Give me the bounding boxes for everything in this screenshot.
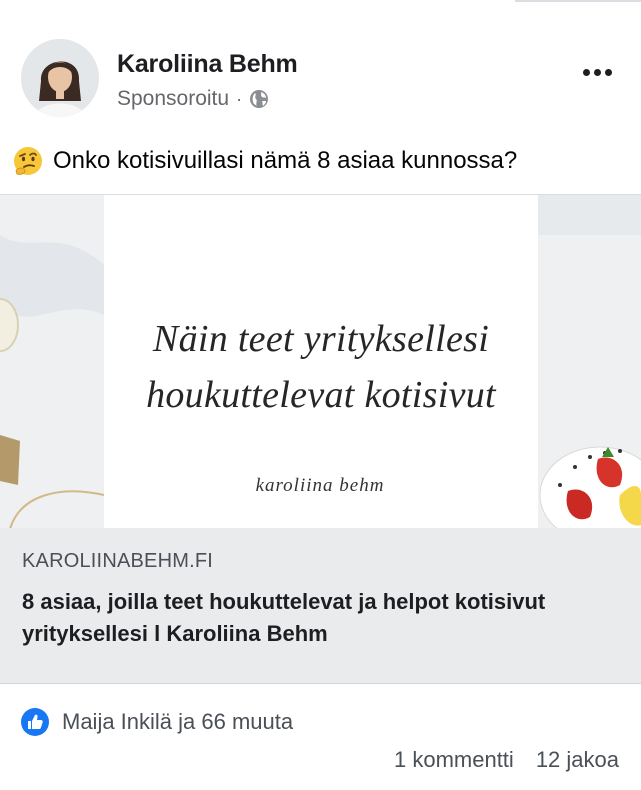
reactions-text: Maija Inkilä ja 66 muuta — [62, 709, 294, 734]
post-caption: Onko kotisivuillasi nämä 8 asiaa kunnoss… — [12, 143, 629, 179]
image-headline-line1: Näin teet yrityksellesi — [152, 318, 490, 360]
sponsored-post: Karoliina Behm Sponsoroitu · Onko kotisi… — [0, 0, 641, 790]
image-headline-line2: houkuttelevat kotisivut — [146, 374, 496, 416]
meta-separator: · — [236, 88, 243, 109]
image-headline: Näin teet yrityksellesi houkuttelevat ko… — [104, 311, 538, 423]
post-meta: Sponsoroitu · — [117, 85, 269, 113]
avatar-photo — [21, 39, 99, 117]
sponsored-label[interactable]: Sponsoroitu — [117, 87, 229, 111]
link-domain: KAROLIINABEHM.FI — [22, 550, 214, 572]
image-signature: karoliina behm — [255, 475, 385, 496]
engagement-counts: 1 kommentti 12 jakoa — [394, 744, 619, 776]
avatar[interactable] — [21, 39, 99, 117]
reactions-summary[interactable]: Maija Inkilä ja 66 muuta — [20, 706, 293, 738]
author-name[interactable]: Karoliina Behm — [117, 50, 298, 79]
top-divider — [515, 0, 641, 2]
link-preview-card[interactable]: Näin teet yrityksellesi houkuttelevat ko… — [0, 194, 641, 684]
thinking-face-emoji — [12, 145, 44, 177]
shares-count[interactable]: 12 jakoa — [536, 747, 619, 773]
like-icon — [20, 707, 50, 737]
more-options-icon[interactable] — [577, 60, 617, 84]
comments-count[interactable]: 1 kommentti — [394, 747, 514, 773]
link-title[interactable]: 8 asiaa, joilla teet houkuttelevat ja he… — [22, 586, 612, 650]
globe-icon[interactable] — [249, 89, 269, 109]
link-preview-image[interactable]: Näin teet yrityksellesi houkuttelevat ko… — [0, 194, 641, 528]
caption-text: Onko kotisivuillasi nämä 8 asiaa kunnoss… — [53, 147, 518, 174]
link-preview-info[interactable]: KAROLIINABEHM.FI 8 asiaa, joilla teet ho… — [0, 528, 641, 684]
